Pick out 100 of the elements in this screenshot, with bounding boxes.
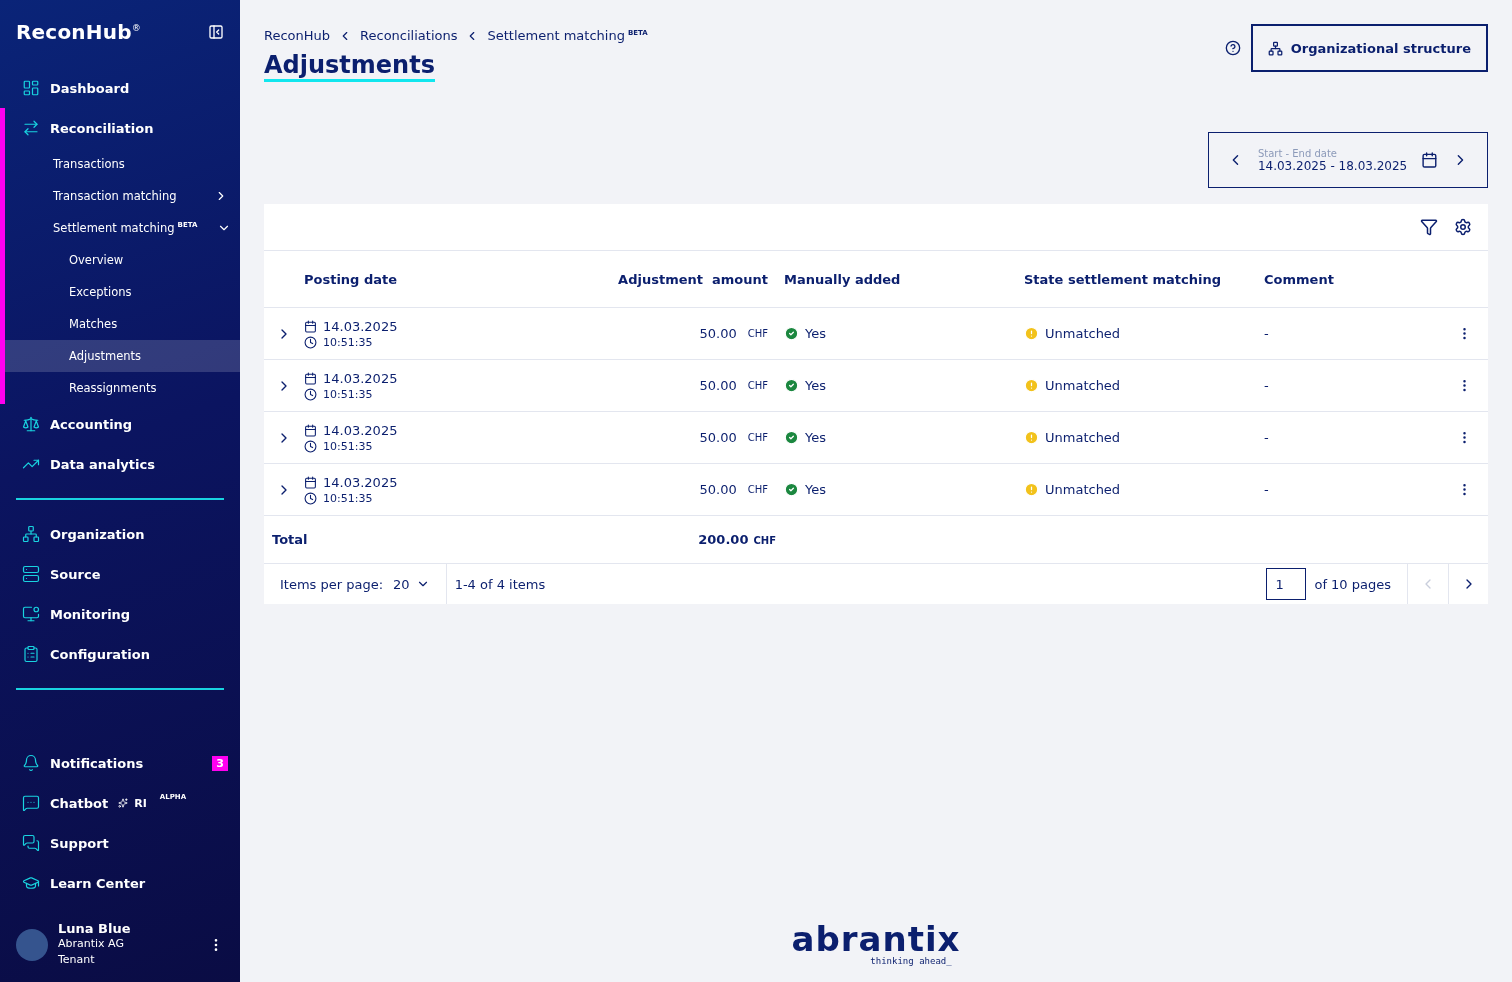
user-organization: Abrantix AG <box>58 936 125 952</box>
nav-icon <box>22 645 40 663</box>
settings-icon[interactable] <box>1454 218 1472 236</box>
warning-icon <box>1024 326 1039 341</box>
column-header[interactable]: Adjustment amount <box>504 251 768 307</box>
nav-icon <box>22 874 40 892</box>
clock-icon <box>304 335 317 349</box>
calendar-icon <box>304 319 317 333</box>
check-icon <box>784 378 799 393</box>
brand-logo: abrantix <box>791 922 961 956</box>
posting-time: 10:51:35 <box>323 387 373 401</box>
manually-added-cell: Yes <box>805 430 826 445</box>
nav-item[interactable]: Settlement matching $^{BETA}$ <box>5 212 240 244</box>
state-cell: Unmatched <box>1045 482 1121 497</box>
page-count: of 10 pages <box>1314 576 1391 592</box>
calendar-icon[interactable] <box>1421 151 1439 169</box>
nav-item[interactable]: Dashboard <box>6 68 240 108</box>
nav-icon <box>22 525 40 543</box>
clock-icon <box>304 491 317 505</box>
posting-date: 14.03.2025 <box>323 370 398 386</box>
nav-icon <box>22 415 40 433</box>
state-cell: Unmatched <box>1045 326 1121 341</box>
calendar-icon <box>304 423 317 437</box>
collapse-sidebar-button[interactable] <box>208 24 224 40</box>
avatar <box>16 928 48 961</box>
nav-icon <box>22 794 40 812</box>
nav-item[interactable]: Reassignments <box>5 372 240 404</box>
posting-time: 10:51:35 <box>323 491 373 505</box>
total-amount: 200.00 CHF <box>697 532 776 547</box>
nav-item[interactable]: Reconciliation <box>6 108 240 148</box>
user-name: Luna Blue <box>58 921 132 936</box>
user-role: Tenant <box>58 952 96 968</box>
comment-cell-text: - <box>1264 429 1270 447</box>
filter-icon[interactable] <box>1420 218 1438 236</box>
amount-cell-text: 50.00 CHF <box>698 377 768 395</box>
amount-cell-text: 50.00 CHF <box>698 481 768 499</box>
date-range-picker[interactable]: Start - End date 14.03.2025 - 18.03.2025 <box>1208 132 1488 188</box>
nav-item[interactable]: Matches <box>5 308 240 340</box>
state-cell: Unmatched <box>1045 378 1121 393</box>
help-icon[interactable] <box>1224 40 1241 56</box>
nav-item[interactable]: Support <box>6 823 240 863</box>
breadcrumb-link[interactable]: ReconHub <box>264 28 331 43</box>
warning-icon <box>1024 430 1039 445</box>
comment-cell-text: - <box>1264 377 1270 395</box>
column-header[interactable]: Posting date <box>304 251 504 307</box>
nav-icon <box>22 119 40 137</box>
posting-date: 14.03.2025 <box>323 318 398 334</box>
amount-cell-text: 50.00 CHF <box>698 325 768 343</box>
app-logo: ReconHub$^{®}$ <box>16 20 141 44</box>
nav-item[interactable]: Exceptions <box>5 276 240 308</box>
nav-item[interactable]: Overview <box>5 244 240 276</box>
nav-item[interactable]: Transaction matching <box>5 180 240 212</box>
nav-item[interactable]: Data analytics <box>6 444 240 484</box>
check-icon <box>784 482 799 497</box>
comment-cell-text: - <box>1264 325 1270 343</box>
state-cell: Unmatched <box>1045 430 1121 445</box>
posting-time: 10:51:35 <box>323 439 373 453</box>
organizational-structure-button[interactable]: Organizational structure <box>1250 24 1488 72</box>
warning-icon <box>1024 482 1039 497</box>
nav-icon <box>22 565 40 583</box>
brand-tagline: thinking ahead_ <box>870 956 952 966</box>
nav-icon <box>22 834 40 852</box>
nav-item[interactable]: Transactions <box>5 148 240 180</box>
nav-item[interactable]: Configuration <box>6 634 240 674</box>
manually-added-cell: Yes <box>805 326 826 341</box>
warning-icon <box>1024 378 1039 393</box>
column-header[interactable]: State settlement matching <box>1024 251 1264 307</box>
hierarchy-icon <box>1267 40 1283 56</box>
posting-date: 14.03.2025 <box>323 422 398 438</box>
nav-item[interactable]: Learn Center <box>6 863 240 903</box>
page-input[interactable]: 1 <box>1266 568 1307 600</box>
nav-item[interactable]: Notifications 3 <box>6 743 240 783</box>
items-per-page-label: Items per page: <box>280 576 384 592</box>
posting-date: 14.03.2025 <box>323 474 398 490</box>
nav-item[interactable]: Organization <box>6 514 240 554</box>
nav-item[interactable]: Accounting <box>6 404 240 444</box>
posting-time: 10:51:35 <box>323 335 373 349</box>
amount-cell-text: 50.00 CHF <box>698 429 768 447</box>
nav-item[interactable]: Monitoring <box>6 594 240 634</box>
nav-icon <box>22 79 40 97</box>
check-icon <box>784 430 799 445</box>
items-range: 1-4 of 4 items <box>454 576 546 592</box>
nav-icon <box>22 754 40 772</box>
nav-icon <box>22 605 40 623</box>
breadcrumb-link[interactable]: Settlement matching $^{BETA}$ <box>487 28 648 43</box>
notification-count: 3 <box>212 755 228 771</box>
calendar-icon <box>304 371 317 385</box>
manually-added-cell: Yes <box>805 378 826 393</box>
check-icon <box>784 326 799 341</box>
comment-cell-text: - <box>1264 481 1270 499</box>
nav-item[interactable]: Adjustments <box>5 340 240 372</box>
breadcrumb-link[interactable]: Reconciliations <box>360 28 458 43</box>
column-header[interactable]: Comment <box>1264 251 1440 307</box>
manually-added-cell: Yes <box>805 482 826 497</box>
nav-item[interactable]: Source <box>6 554 240 594</box>
clock-icon <box>304 439 317 453</box>
column-header[interactable]: Manually added <box>768 251 1024 307</box>
items-per-page-select[interactable]: 20 <box>393 576 430 592</box>
calendar-icon <box>304 475 317 489</box>
page-title: Adjustments <box>264 51 435 82</box>
